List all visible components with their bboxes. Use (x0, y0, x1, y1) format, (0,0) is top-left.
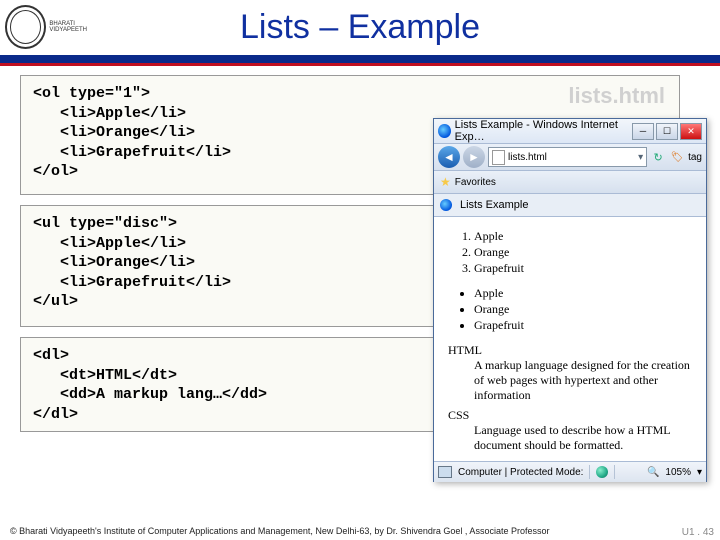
favorites-label[interactable]: Favorites (455, 177, 496, 188)
ie-icon (438, 124, 451, 138)
close-button[interactable]: ✕ (680, 123, 702, 140)
dd-html: A markup language designed for the creat… (474, 358, 692, 403)
rendered-dl: HTML A markup language designed for the … (448, 343, 692, 461)
zoom-dropdown-icon[interactable]: ▾ (697, 467, 702, 478)
rendered-ul: Apple Orange Grapefruit (448, 286, 692, 333)
favorites-bar: ★ Favorites (434, 171, 706, 194)
rendered-ol: Apple Orange Grapefruit (448, 229, 692, 276)
status-bar: Computer | Protected Mode: 🔍 105% ▾ (434, 461, 706, 482)
zoom-level[interactable]: 105% (665, 467, 691, 478)
forward-button[interactable]: ► (463, 146, 485, 168)
tab-title: Lists Example (460, 199, 528, 211)
slide-title: Lists – Example (0, 8, 720, 47)
slide-header: BHARATI VIDYAPEETH Lists – Example (0, 0, 720, 63)
dt-html: HTML (448, 343, 692, 358)
list-item: Apple (474, 286, 692, 301)
tag-button[interactable]: 🏷 (669, 149, 685, 165)
slide-number: U1 . 43 (682, 527, 714, 538)
list-item: Orange (474, 245, 692, 260)
list-item: Orange (474, 302, 692, 317)
status-separator (614, 465, 615, 479)
browser-titlebar: Lists Example - Windows Internet Exp… ─ … (434, 119, 706, 144)
tag-label: tag (688, 152, 702, 163)
browser-nav: ◄ ► lists.html ▾ ↻ 🏷 tag (434, 144, 706, 171)
list-item: Apple (474, 229, 692, 244)
window-title: Lists Example - Windows Internet Exp… (455, 119, 632, 143)
slide-footer: © Bharati Vidyapeeth's Institute of Comp… (10, 526, 710, 536)
address-text: lists.html (508, 152, 547, 163)
dropdown-icon[interactable]: ▾ (638, 152, 643, 163)
refresh-button[interactable]: ↻ (650, 149, 666, 165)
browser-tab[interactable]: Lists Example (434, 194, 706, 217)
dd-css: Language used to describe how a HTML doc… (474, 423, 692, 453)
slide: BHARATI VIDYAPEETH Lists – Example lists… (0, 0, 720, 540)
browser-window: Lists Example - Windows Internet Exp… ─ … (433, 118, 707, 482)
back-button[interactable]: ◄ (438, 146, 460, 168)
minimize-button[interactable]: ─ (632, 123, 654, 140)
screen-icon (438, 466, 452, 478)
globe-icon (596, 466, 608, 478)
header-accent-line (0, 63, 720, 66)
list-item: Grapefruit (474, 261, 692, 276)
dt-css: CSS (448, 408, 692, 423)
filename-tag: lists.html (568, 82, 665, 111)
status-separator (589, 465, 590, 479)
zoom-icon[interactable]: 🔍 (647, 467, 659, 478)
status-text: Computer | Protected Mode: (458, 467, 583, 478)
list-item: Grapefruit (474, 318, 692, 333)
star-icon[interactable]: ★ (440, 175, 451, 189)
address-bar[interactable]: lists.html ▾ (488, 147, 647, 167)
browser-body: Apple Orange Grapefruit Apple Orange Gra… (434, 217, 706, 461)
tab-page-icon (440, 199, 452, 211)
maximize-button[interactable]: ☐ (656, 123, 678, 140)
page-icon (492, 150, 505, 165)
